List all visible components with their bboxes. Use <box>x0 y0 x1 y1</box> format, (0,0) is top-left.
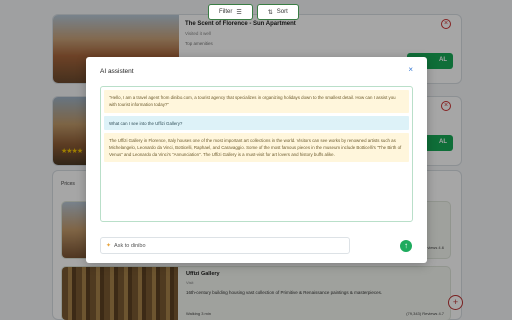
filter-bar: Filter ☰ ⇅ Sort <box>208 4 299 20</box>
sparkle-icon: ✦ <box>106 243 112 249</box>
modal-title: AI assistent <box>100 68 134 75</box>
arrow-up-icon[interactable]: ↑ <box>400 240 412 252</box>
close-icon[interactable]: × <box>408 66 413 74</box>
assistant-message: "Hello, I am a travel agent from dinibo.… <box>104 90 409 113</box>
chat-input-box[interactable]: ✦ <box>100 237 350 254</box>
sort-icon: ⇅ <box>267 9 273 16</box>
filter-label: Filter <box>219 9 233 15</box>
user-message: What can I see into the Uffizi Gallery? <box>104 116 409 130</box>
sort-button[interactable]: ⇅ Sort <box>256 4 299 20</box>
chat-input[interactable] <box>114 242 335 249</box>
filter-button[interactable]: Filter ☰ <box>208 4 253 20</box>
filter-icon: ☰ <box>236 9 242 16</box>
sort-label: Sort <box>276 9 288 15</box>
assistant-message: The Uffizi Gallery in Florence, Italy ho… <box>104 133 409 162</box>
ai-assistant-modal: AI assistent × "Hello, I am a travel age… <box>86 57 427 263</box>
chat-history[interactable]: "Hello, I am a travel agent from dinibo.… <box>100 86 413 222</box>
